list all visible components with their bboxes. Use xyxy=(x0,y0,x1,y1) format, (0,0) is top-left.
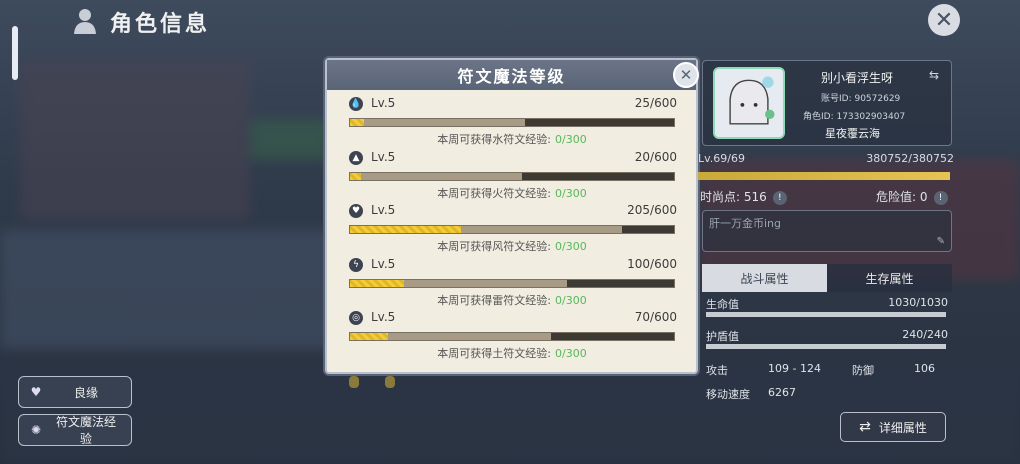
rune-week-info: 本周可获得土符文经验: 0/300 xyxy=(437,347,587,360)
defense-label: 防御 xyxy=(852,364,874,377)
rune-week-xp: 0/300 xyxy=(555,186,587,200)
rune-exp-button-label: 符文魔法经验 xyxy=(55,415,116,446)
edit-icon[interactable]: ✎ xyxy=(937,236,945,247)
fate-button[interactable]: ♥ 良缘 xyxy=(18,376,132,408)
rune-progress-bar xyxy=(349,225,675,234)
rune-row-fire: ▲ Lv.5 20/600 本周可获得火符文经验: 0/300 xyxy=(347,150,677,204)
level-text: Lv.69/69 xyxy=(698,152,745,165)
close-button[interactable]: ✕ xyxy=(928,4,960,36)
hp-value: 1030/1030 xyxy=(888,296,948,309)
water-rune-icon: 💧 xyxy=(349,97,363,111)
attribute-tabs: 战斗属性 生存属性 xyxy=(702,264,952,292)
rune-list: 💧 Lv.5 25/600 本周可获得水符文经验: 0/300 ▲ Lv.5 20… xyxy=(347,96,677,366)
rune-week-xp: 0/300 xyxy=(555,240,587,253)
rune-level: Lv.5 xyxy=(371,203,396,217)
rune-progress-bar xyxy=(349,278,675,288)
signature-text: 肝一万金币ing xyxy=(709,217,782,230)
earth-rune-icon: ◎ xyxy=(349,311,363,325)
profile-card: 别小看浮生呀 ⇆ 账号ID: 90572629 角色ID: 1733029034… xyxy=(702,60,952,146)
rune-progress: 20/600 xyxy=(634,149,677,164)
info-icon[interactable]: ! xyxy=(933,190,948,205)
rune-row-wind: ♥ Lv.5 205/600 本周可获得风符文经验: 0/300 xyxy=(347,203,677,257)
account-id: 账号ID: 90572629 xyxy=(821,94,901,104)
rune-icon: ✺ xyxy=(30,423,42,437)
rune-progress-bar xyxy=(349,118,675,127)
defense-value: 106 xyxy=(914,362,935,375)
player-name: 别小看浮生呀 xyxy=(821,71,894,85)
rune-progress: 70/600 xyxy=(634,310,677,324)
danger-value: 0 xyxy=(919,190,928,204)
rune-row-earth: ◎ Lv.5 70/600 本周可获得土符文经验: 0/300 xyxy=(347,310,677,364)
tab-survival[interactable]: 生存属性 xyxy=(827,264,952,292)
detail-attributes-button[interactable]: ⇄ 详细属性 xyxy=(840,412,946,442)
speed-label: 移动速度 xyxy=(706,388,750,401)
dialog-header: 符文魔法等级 xyxy=(327,60,696,90)
exp-bar xyxy=(698,172,950,180)
exp-text: 380752/380752 xyxy=(866,152,954,165)
close-icon: ✕ xyxy=(679,66,693,84)
hearts-icon: ♥ xyxy=(30,385,42,399)
rune-progress-bar xyxy=(349,332,675,341)
rune-exp-button[interactable]: ✺ 符文魔法经验 xyxy=(18,414,132,446)
fashion-value: 516 xyxy=(743,190,767,204)
rune-progress-bar xyxy=(349,171,675,181)
rune-progress: 205/600 xyxy=(627,203,677,217)
rune-level: Lv.5 xyxy=(371,149,396,164)
wind-rune-icon: ♥ xyxy=(349,204,363,218)
speed-value: 6267 xyxy=(768,386,796,399)
rune-level: Lv.5 xyxy=(371,256,396,271)
shield-label: 护盾值 xyxy=(706,330,739,343)
character-feet xyxy=(345,372,405,392)
shield-bar xyxy=(706,344,946,349)
rune-week-xp: 0/300 xyxy=(555,347,587,360)
close-icon: ✕ xyxy=(934,7,954,33)
rune-week-info: 本周可获得风符文经验: 0/300 xyxy=(437,240,587,253)
hp-label: 生命值 xyxy=(706,298,739,311)
rune-progress: 100/600 xyxy=(627,256,677,271)
rune-level: Lv.5 xyxy=(371,310,396,324)
fashion-label: 时尚点: xyxy=(700,190,741,204)
rune-week-xp: 0/300 xyxy=(555,133,587,146)
rune-week-info: 本周可获得火符文经验: 0/300 xyxy=(437,186,587,200)
dialog-title: 符文魔法等级 xyxy=(457,67,566,86)
hp-bar xyxy=(706,312,946,317)
shield-value: 240/240 xyxy=(902,328,948,341)
avatar[interactable] xyxy=(713,67,785,139)
detail-button-label: 详细属性 xyxy=(878,420,927,435)
attack-value: 109 - 124 xyxy=(768,362,821,375)
attack-label: 攻击 xyxy=(706,364,728,377)
rune-progress: 25/600 xyxy=(634,96,677,110)
tab-combat[interactable]: 战斗属性 xyxy=(702,264,827,292)
page-title: 角色信息 xyxy=(110,12,211,37)
rune-week-info: 本周可获得雷符文经验: 0/300 xyxy=(437,293,587,307)
rune-row-water: 💧 Lv.5 25/600 本周可获得水符文经验: 0/300 xyxy=(347,96,677,150)
server-name: 星夜覆云海 xyxy=(825,127,880,140)
avatar-image xyxy=(715,69,783,137)
rune-level-dialog: 符文魔法等级 ✕ 💧 Lv.5 25/600 本周可获得水符文经验: 0/300 … xyxy=(325,58,699,374)
rune-week-info: 本周可获得水符文经验: 0/300 xyxy=(437,133,587,146)
thunder-rune-icon: ϟ xyxy=(349,257,363,272)
danger-label: 危险值: xyxy=(876,190,917,204)
rune-week-xp: 0/300 xyxy=(555,293,587,307)
fate-button-label: 良缘 xyxy=(73,385,98,400)
swap-arrows-icon: ⇄ xyxy=(859,419,871,435)
header: 角色信息 xyxy=(0,0,1020,42)
role-id: 角色ID: 173302903407 xyxy=(803,112,906,122)
fire-rune-icon: ▲ xyxy=(349,150,363,165)
info-icon[interactable]: ! xyxy=(772,190,787,205)
rune-row-thunder: ϟ Lv.5 100/600 本周可获得雷符文经验: 0/300 xyxy=(347,257,677,311)
character-panel: 别小看浮生呀 ⇆ 账号ID: 90572629 角色ID: 1733029034… xyxy=(696,50,958,460)
swap-icon[interactable]: ⇆ xyxy=(929,68,939,82)
signature-field[interactable]: 肝一万金币ing ✎ xyxy=(702,210,952,252)
character-icon xyxy=(74,9,96,34)
rune-level: Lv.5 xyxy=(371,96,396,110)
